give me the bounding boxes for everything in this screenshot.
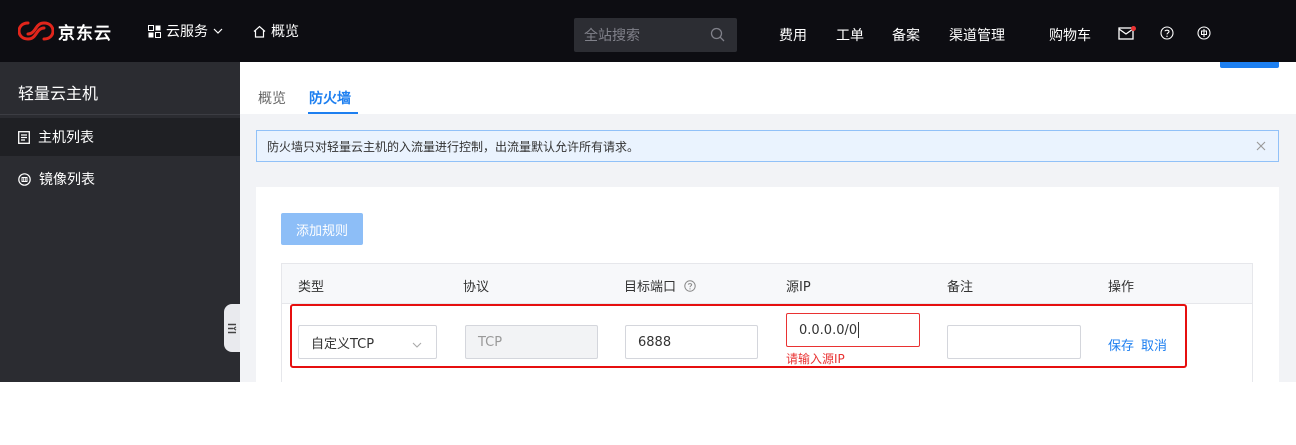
sidebar-divider — [0, 114, 240, 115]
overview-label: 概览 — [271, 24, 299, 40]
chevron-down-icon — [213, 28, 223, 34]
top-navigation-bar: 京东云 云服务 概览 全站搜索 费用 工单 备案 渠道管理 购物车 — [0, 0, 1296, 62]
tabs-bar: 概览 防火墙 — [240, 62, 1296, 114]
search-placeholder: 全站搜索 — [584, 28, 640, 44]
column-header-remark: 备注 — [947, 276, 973, 295]
column-header-label: 源IP — [786, 280, 811, 295]
cancel-rule-link[interactable]: 取消 — [1141, 335, 1167, 354]
brand-logo[interactable]: 京东云 — [18, 18, 112, 44]
table-header: 类型 协议 目标端口 源IP 备注 操作 — [282, 264, 1252, 304]
global-search-input[interactable]: 全站搜索 — [574, 18, 737, 52]
brand-logo-text: 京东云 — [58, 23, 112, 44]
top-link-billing[interactable]: 费用 — [779, 25, 807, 45]
active-tab-indicator — [308, 112, 358, 114]
sidebar-item-image-list[interactable]: 镜像列表 — [0, 160, 240, 198]
firewall-notice: 防火墙只对轻量云主机的入流量进行控制，出流量默认允许所有请求。 — [256, 130, 1279, 162]
help-icon[interactable] — [684, 279, 696, 292]
column-header-label: 协议 — [463, 280, 490, 295]
chevron-down-icon — [412, 337, 422, 352]
cloud-services-label: 云服务 — [166, 24, 208, 40]
language-icon[interactable] — [1197, 26, 1211, 40]
sidebar-title: 轻量云主机 — [18, 84, 99, 103]
rule-protocol-value: TCP — [478, 334, 503, 350]
rule-protocol-field: TCP — [465, 325, 598, 359]
cloud-services-menu[interactable]: 云服务 — [148, 18, 223, 44]
top-link-tickets[interactable]: 工单 — [836, 25, 864, 45]
rule-type-select[interactable]: 自定义TCP — [298, 325, 437, 359]
sidebar: 轻量云主机 主机列表 镜像列表 — [0, 62, 240, 382]
column-header-type: 类型 — [298, 276, 324, 295]
rule-port-input[interactable]: 6888 — [625, 325, 758, 359]
top-link-filing[interactable]: 备案 — [892, 25, 920, 45]
brand-logo-icon — [18, 21, 54, 41]
help-icon[interactable] — [1160, 26, 1174, 40]
column-header-label: 类型 — [298, 280, 325, 295]
overview-link[interactable]: 概览 — [253, 18, 299, 44]
list-icon — [18, 130, 30, 144]
text-caret — [858, 322, 860, 338]
message-icon[interactable] — [1118, 26, 1136, 40]
rule-remark-input[interactable] — [947, 325, 1081, 359]
top-right-action-button[interactable] — [1220, 62, 1279, 68]
app-root: 京东云 云服务 概览 全站搜索 费用 工单 备案 渠道管理 购物车 轻量云主机 … — [0, 0, 1296, 445]
tab-overview[interactable]: 概览 — [258, 88, 286, 108]
sidebar-collapse-handle[interactable] — [224, 304, 240, 352]
grid-icon — [148, 24, 161, 38]
rule-type-value: 自定义TCP — [311, 336, 375, 352]
rule-source-ip-input[interactable]: 0.0.0.0/0 — [786, 313, 920, 347]
column-header-target-port: 目标端口 — [624, 276, 696, 295]
rule-port-value: 6888 — [638, 334, 672, 350]
sidebar-item-host-list[interactable]: 主机列表 — [0, 118, 240, 156]
close-icon[interactable] — [1256, 140, 1266, 154]
image-icon — [18, 172, 31, 186]
column-header-source-ip: 源IP — [786, 276, 811, 295]
sidebar-item-label: 镜像列表 — [39, 172, 95, 188]
column-header-protocol: 协议 — [463, 276, 489, 295]
search-icon[interactable] — [710, 27, 725, 46]
save-rule-link[interactable]: 保存 — [1108, 335, 1134, 354]
add-rule-button[interactable]: 添加规则 — [281, 213, 363, 245]
collapse-icon — [227, 323, 237, 334]
tab-firewall[interactable]: 防火墙 — [309, 88, 351, 108]
top-link-channel-management[interactable]: 渠道管理 — [949, 25, 1005, 45]
rule-source-ip-value: 0.0.0.0/0 — [799, 322, 858, 338]
notice-text: 防火墙只对轻量云主机的入流量进行控制，出流量默认允许所有请求。 — [267, 139, 640, 154]
sidebar-item-label: 主机列表 — [38, 130, 94, 146]
column-header-actions: 操作 — [1108, 276, 1134, 295]
column-header-label: 备注 — [947, 280, 974, 295]
column-header-label: 操作 — [1108, 280, 1135, 295]
top-link-cart[interactable]: 购物车 — [1049, 25, 1091, 45]
firewall-rules-table: 类型 协议 目标端口 源IP 备注 操作 — [281, 263, 1253, 382]
column-header-label: 目标端口 — [624, 280, 677, 295]
home-icon — [253, 25, 266, 38]
source-ip-error-message: 请输入源IP — [786, 352, 845, 366]
